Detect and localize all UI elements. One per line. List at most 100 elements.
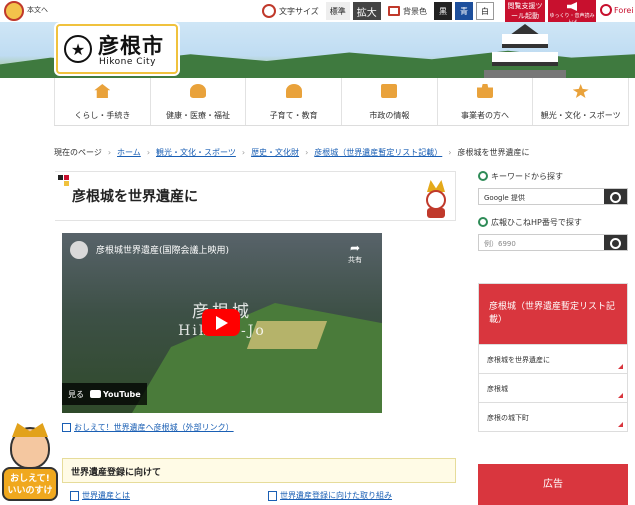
utility-bar: 本文へ 文字サイズ 標準 拡大 背景色 黒 青 白 閲覧支援ツール起動 ゆっくり… (0, 0, 635, 26)
mascot-label-box: おしえて! いいのすけ (2, 467, 58, 501)
link-heritage-efforts[interactable]: 世界遺産登録に向けた取り組み (268, 490, 392, 501)
breadcrumb-separator: › (107, 147, 112, 157)
site-logo[interactable]: ★ 彦根市 Hikone City (56, 24, 178, 74)
document-icon (70, 490, 79, 501)
number-search-box: 例）6990 (478, 234, 628, 251)
monitor-icon (388, 6, 400, 16)
nav-label: 観光・文化・スポーツ (540, 111, 621, 120)
mascot-helmet-icon (572, 84, 589, 98)
nav-item-tourism[interactable]: 観光・文化・スポーツ (533, 78, 630, 125)
external-link-text[interactable]: おしえて！世界遺産へ彦根城（外部リンク） (74, 422, 234, 433)
document-icon (268, 490, 277, 501)
child-icon (285, 84, 302, 98)
page-title-box: 彦根城を世界遺産に (55, 171, 456, 221)
magnifier-icon (262, 4, 276, 18)
link-world-heritage[interactable]: 世界遺産とは (70, 490, 130, 501)
number-search-button[interactable] (604, 235, 627, 250)
share-button[interactable]: ➦ 共有 (344, 241, 366, 265)
castle-image (480, 24, 570, 78)
sidebar: キーワードから探す Google 提供 広報ひこねHP番号で探す 例）6990 (478, 170, 628, 251)
nav-item-business[interactable]: 事業者の方へ (438, 78, 534, 125)
number-search-label: 広報ひこねHP番号で探す (491, 217, 582, 227)
breadcrumb-link-history[interactable]: 歴史・文化財 (251, 147, 299, 158)
breadcrumb-separator: › (448, 147, 452, 157)
number-search-heading: 広報ひこねHP番号で探す (478, 216, 628, 228)
speaker-icon (567, 2, 577, 11)
font-standard-button[interactable]: 標準 (325, 2, 350, 20)
nav-item-childcare[interactable]: 子育て・教育 (246, 78, 343, 125)
background-color-control: 背景色 黒 青 白 (388, 2, 494, 20)
mascot-label-line1: おしえて! (10, 474, 50, 484)
external-link-icon (62, 423, 71, 432)
external-link[interactable]: おしえて！世界遺産へ彦根城（外部リンク） (62, 422, 234, 433)
channel-avatar[interactable] (70, 241, 88, 259)
local-menu-item[interactable]: 彦根城 (479, 373, 627, 402)
watch-on-youtube-button[interactable]: 見る YouTube (62, 383, 147, 405)
breadcrumb-separator: › (305, 147, 309, 157)
watch-label: 見る (68, 389, 84, 399)
advertisement-heading: 広告 (478, 464, 628, 505)
section-heading: 世界遺産登録に向けて (71, 468, 162, 478)
background-color-label: 背景色 (403, 6, 427, 16)
accessibility-tool-button[interactable]: 閲覧支援ツール起動 (505, 0, 545, 22)
language-button[interactable]: Forei (600, 4, 633, 16)
search-icon (478, 171, 488, 181)
bg-blue-button[interactable]: 青 (455, 2, 473, 20)
keyword-search-heading: キーワードから探す (478, 170, 628, 182)
title-squares-icon (58, 175, 70, 187)
play-button[interactable] (202, 309, 240, 336)
video-player[interactable]: 彦根城世界遺産(国際会議上映用) ➦ 共有 彦根城 Hikone-Jo 見る Y… (62, 233, 382, 413)
breadcrumb-separator: › (146, 147, 151, 157)
header-banner: ★ 彦根市 Hikone City (0, 22, 635, 78)
number-search-input[interactable]: 例）6990 (479, 235, 604, 250)
local-menu-item[interactable]: 彦根城を世界遺産に (479, 344, 627, 373)
bg-white-button[interactable]: 白 (476, 2, 494, 20)
search-icon (478, 217, 488, 227)
youtube-wordmark: YouTube (103, 389, 141, 399)
logo-text: 彦根市 (98, 34, 164, 58)
nav-label: 子育て・教育 (269, 111, 318, 120)
youtube-logo: YouTube (90, 390, 141, 399)
keyword-search-button[interactable] (604, 189, 627, 204)
breadcrumb: 現在のページ › ホーム › 観光・文化・スポーツ › 歴史・文化財 › 彦根城… (54, 145, 629, 159)
local-menu-heading[interactable]: 彦根城（世界遺産暫定リスト記載） (479, 284, 627, 344)
mascot-icon (4, 1, 24, 21)
nav-label: 市政の情報 (369, 111, 410, 120)
globe-icon (600, 4, 612, 16)
city-emblem-icon: ★ (64, 35, 92, 63)
keyword-search-input[interactable]: Google 提供 (479, 189, 604, 204)
skip-to-content-link[interactable]: 本文へ (27, 5, 48, 15)
oshiete-mascot-button[interactable]: おしえて! いいのすけ (2, 423, 58, 503)
link-world-heritage-text[interactable]: 世界遺産とは (82, 490, 130, 501)
nav-item-health[interactable]: 健康・医療・福祉 (151, 78, 247, 125)
bg-black-button[interactable]: 黒 (434, 2, 452, 20)
house-icon (94, 84, 111, 98)
breadcrumb-current: 彦根城を世界遺産に (457, 147, 530, 157)
nav-item-living[interactable]: くらし・手続き (54, 78, 151, 125)
breadcrumb-separator: › (241, 147, 246, 157)
font-size-label: 文字サイズ (279, 6, 319, 16)
briefcase-icon (477, 84, 494, 98)
breadcrumb-link-home[interactable]: ホーム (117, 147, 141, 158)
nav-label: 事業者の方へ (461, 111, 510, 120)
voice-readout-button[interactable]: ゆっくり・音声読み上げ (548, 0, 596, 26)
mascot-label-line2: いいのすけ (7, 486, 53, 496)
book-icon (381, 84, 398, 98)
breadcrumb-link-castle[interactable]: 彦根城（世界遺産暫定リスト記載） (314, 147, 442, 158)
nav-label: くらし・手続き (74, 111, 131, 120)
heart-hand-icon (190, 84, 206, 98)
keyword-search-label: キーワードから探す (491, 171, 563, 181)
font-enlarge-button[interactable]: 拡大 (352, 2, 381, 20)
language-label: Forei (614, 5, 634, 15)
global-navigation: くらし・手続き 健康・医療・福祉 子育て・教育 市政の情報 事業者の方へ 観光・… (54, 78, 630, 126)
link-heritage-efforts-text[interactable]: 世界遺産登録に向けた取り組み (280, 490, 392, 501)
breadcrumb-label: 現在のページ (54, 147, 102, 157)
mascot-illustration (423, 180, 449, 218)
breadcrumb-link-tourism[interactable]: 観光・文化・スポーツ (156, 147, 236, 158)
font-size-control: 文字サイズ 標準 拡大 (262, 2, 381, 20)
video-title[interactable]: 彦根城世界遺産(国際会議上映用) (96, 243, 229, 256)
page-title: 彦根城を世界遺産に (72, 189, 198, 205)
local-menu: 彦根城（世界遺産暫定リスト記載） 彦根城を世界遺産に 彦根城 彦根の城下町 (478, 283, 628, 432)
local-menu-item[interactable]: 彦根の城下町 (479, 402, 627, 431)
nav-item-city-info[interactable]: 市政の情報 (342, 78, 438, 125)
